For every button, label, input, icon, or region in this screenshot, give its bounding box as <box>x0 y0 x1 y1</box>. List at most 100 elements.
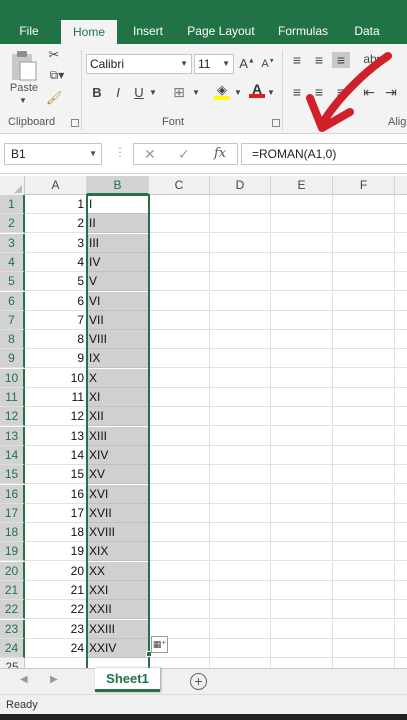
cell-b[interactable]: XIV <box>87 445 149 465</box>
row-header[interactable]: 12 <box>0 407 25 427</box>
shrink-font-button[interactable]: A▼ <box>259 58 277 70</box>
select-all-button[interactable] <box>0 176 25 195</box>
cell-b[interactable]: XI <box>87 388 149 407</box>
cell-a[interactable]: 17 <box>25 503 87 523</box>
cell[interactable] <box>395 311 407 330</box>
cell-b[interactable]: XVIII <box>87 523 149 543</box>
cell[interactable] <box>210 252 271 272</box>
cell-b[interactable]: XX <box>87 561 149 581</box>
cell[interactable] <box>149 503 210 523</box>
cell[interactable] <box>333 291 395 311</box>
cell[interactable] <box>210 484 271 504</box>
cell[interactable] <box>149 272 210 292</box>
cell[interactable] <box>271 272 333 292</box>
row-header[interactable]: 3 <box>0 233 25 253</box>
cell[interactable] <box>271 214 333 234</box>
cell[interactable] <box>333 445 395 465</box>
cell-a[interactable]: 1 <box>25 195 87 214</box>
font-name-dropdown[interactable]: Calibri ▼ <box>86 54 192 74</box>
cell[interactable] <box>271 310 333 330</box>
column-header-b[interactable]: B <box>87 176 149 195</box>
cell[interactable] <box>271 465 333 485</box>
cell-b[interactable]: XXIII <box>87 619 149 639</box>
sheet-prev-icon[interactable]: ◀ <box>20 674 28 685</box>
tab-page-layout[interactable]: Page Layout <box>180 18 262 44</box>
row-header[interactable]: 1 <box>0 195 25 214</box>
row-header[interactable]: 23 <box>0 619 25 639</box>
cell[interactable] <box>271 330 333 350</box>
cell-a[interactable]: 12 <box>25 407 87 427</box>
italic-button[interactable]: I <box>111 85 125 100</box>
cell-b[interactable]: III <box>87 233 149 253</box>
cell[interactable] <box>333 561 395 581</box>
cell-a[interactable]: 7 <box>25 310 87 330</box>
cell[interactable] <box>271 407 333 427</box>
cell[interactable] <box>149 658 210 668</box>
cell[interactable] <box>333 330 395 350</box>
column-header-f[interactable]: F <box>333 176 395 195</box>
paste-dropdown-icon[interactable]: ▼ <box>16 96 30 105</box>
cell[interactable] <box>395 369 407 388</box>
cell-a[interactable]: 22 <box>25 600 87 620</box>
cell-a[interactable] <box>25 658 87 668</box>
cell[interactable] <box>395 600 407 620</box>
cell[interactable] <box>333 581 395 600</box>
cell-a[interactable]: 4 <box>25 252 87 272</box>
row-header[interactable]: 2 <box>0 214 25 234</box>
tab-insert[interactable]: Insert <box>124 18 172 44</box>
cell-a[interactable]: 9 <box>25 349 87 369</box>
cell-b[interactable]: II <box>87 214 149 234</box>
cell[interactable] <box>333 523 395 543</box>
cell[interactable] <box>149 561 210 581</box>
row-header[interactable]: 17 <box>0 503 25 523</box>
cell-a[interactable]: 5 <box>25 272 87 292</box>
cell[interactable] <box>395 485 407 504</box>
row-header[interactable]: 6 <box>0 291 25 311</box>
row-header[interactable]: 13 <box>0 426 25 446</box>
cell[interactable] <box>333 503 395 523</box>
cell[interactable] <box>149 542 210 562</box>
cell[interactable] <box>210 658 271 668</box>
chevron-down-icon[interactable]: ▼ <box>148 88 158 97</box>
cell-a[interactable]: 24 <box>25 638 87 658</box>
cell[interactable] <box>395 542 407 562</box>
cell[interactable] <box>333 426 395 446</box>
cell[interactable] <box>395 292 407 311</box>
cell[interactable] <box>395 523 407 543</box>
chevron-down-icon[interactable]: ▼ <box>266 88 276 97</box>
cell-b[interactable]: XVII <box>87 503 149 523</box>
cell[interactable] <box>333 252 395 272</box>
cut-icon[interactable]: ✂ <box>46 47 62 63</box>
cell[interactable] <box>210 272 271 292</box>
cell[interactable] <box>271 445 333 465</box>
cell[interactable] <box>149 465 210 485</box>
cell-b[interactable]: I <box>87 195 149 214</box>
cell[interactable] <box>271 426 333 446</box>
cell[interactable] <box>149 291 210 311</box>
cell-a[interactable]: 10 <box>25 368 87 388</box>
cell-b[interactable]: XVI <box>87 484 149 504</box>
cell[interactable] <box>271 561 333 581</box>
cell[interactable] <box>271 542 333 562</box>
cell[interactable] <box>149 407 210 427</box>
cell[interactable] <box>149 523 210 543</box>
cell[interactable] <box>271 638 333 658</box>
cell[interactable] <box>395 407 407 427</box>
cell[interactable] <box>210 388 271 407</box>
cell-a[interactable]: 2 <box>25 214 87 234</box>
cell-a[interactable]: 13 <box>25 426 87 446</box>
cell[interactable] <box>149 368 210 388</box>
cell-b[interactable]: XV <box>87 465 149 485</box>
cell-a[interactable]: 16 <box>25 484 87 504</box>
cell[interactable] <box>395 388 407 407</box>
row-header[interactable]: 21 <box>0 581 25 600</box>
cell[interactable] <box>149 426 210 446</box>
cell[interactable] <box>333 638 395 658</box>
cell[interactable] <box>333 388 395 407</box>
cell[interactable] <box>149 252 210 272</box>
cell[interactable] <box>271 291 333 311</box>
cell[interactable] <box>210 619 271 639</box>
cell-a[interactable]: 19 <box>25 542 87 562</box>
tab-data[interactable]: Data <box>345 18 389 44</box>
column-header-e[interactable]: E <box>271 176 333 195</box>
